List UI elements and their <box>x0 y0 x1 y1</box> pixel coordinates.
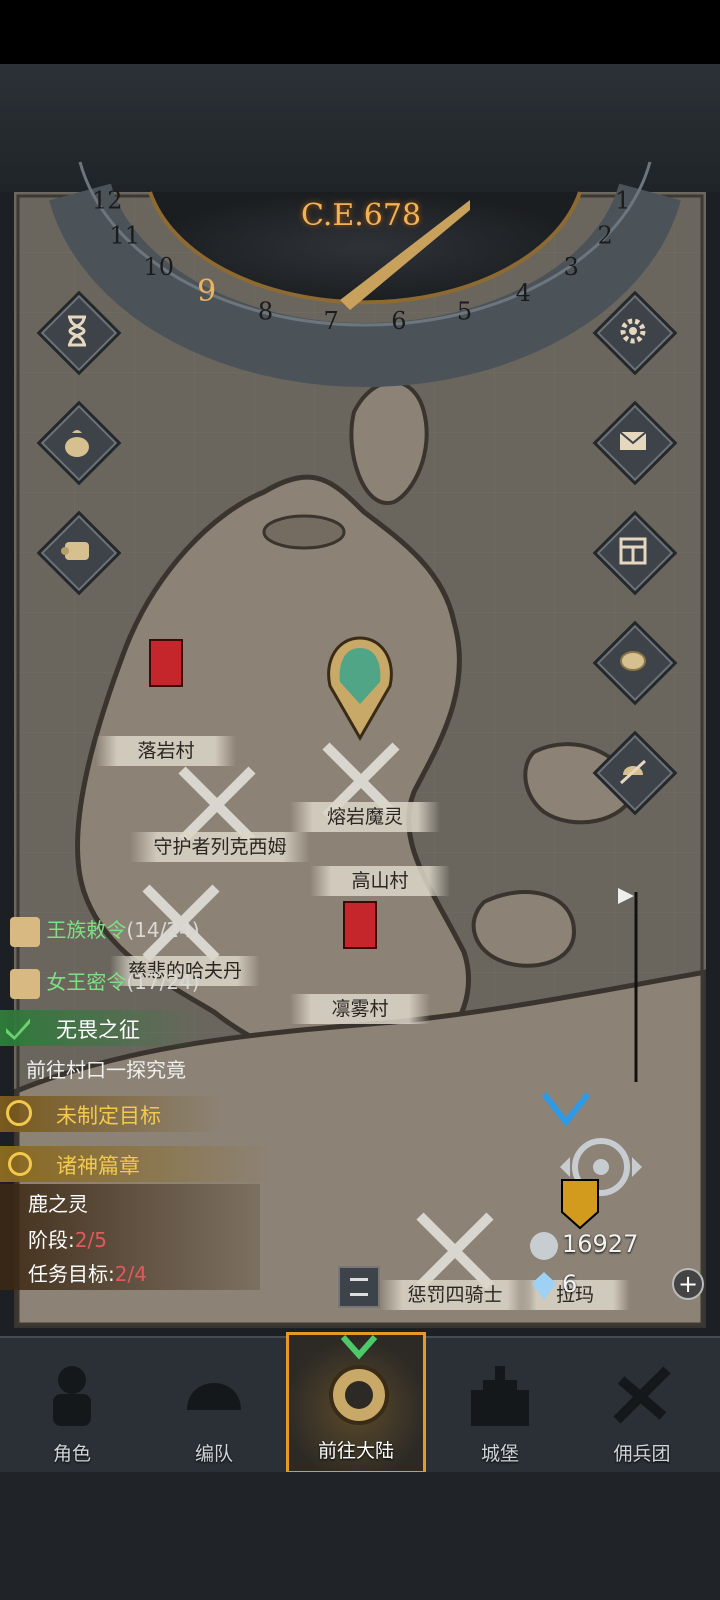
quest-title: 诸神篇章 <box>56 1154 140 1178</box>
helmet-sword-icon <box>619 759 647 785</box>
settings-button[interactable] <box>596 294 674 372</box>
scroll-icon <box>61 542 89 560</box>
coin-icon <box>620 651 646 671</box>
collapse-icon <box>350 1278 368 1296</box>
silver-amount: 16927 <box>562 1230 639 1258</box>
quest-progress: (17/24) <box>126 970 200 994</box>
mail-button[interactable] <box>596 404 674 482</box>
month-label[interactable]: 7 <box>323 307 338 335</box>
month-label[interactable]: 11 <box>110 222 141 250</box>
faction-crest-icon <box>561 1179 599 1230</box>
quest-title: 王族敕令 <box>46 918 127 942</box>
bottom-band <box>0 1472 720 1600</box>
player-location-pin[interactable] <box>320 634 400 744</box>
helmet-icon <box>187 1383 241 1410</box>
helmet-sword-button[interactable] <box>596 734 674 812</box>
month-label[interactable]: 2 <box>598 222 613 250</box>
main-quest-desc: 前往村口一探究竟 <box>26 1058 186 1082</box>
month-label[interactable]: 3 <box>564 253 579 281</box>
location-label[interactable]: 熔岩魔灵 <box>290 802 440 832</box>
silver-coin-icon <box>530 1232 558 1260</box>
checkmark-icon <box>6 1018 30 1040</box>
hourglass-button[interactable] <box>40 294 118 372</box>
gods-chapter-panel[interactable]: 鹿之灵 阶段:2/5 任务目标:2/4 <box>0 1184 260 1290</box>
month-label[interactable]: 6 <box>391 307 406 335</box>
nav-castle[interactable]: 城堡 <box>430 1338 570 1474</box>
hourglass-icon <box>68 315 86 347</box>
target-value: 2/4 <box>114 1262 147 1286</box>
location-label[interactable]: 高山村 <box>310 866 450 896</box>
location-label[interactable]: 守护者列克西姆 <box>130 832 310 862</box>
queen-order-quest[interactable]: 女王密令(17/24) <box>10 966 200 999</box>
stage-row: 阶段:2/5 <box>28 1224 107 1253</box>
collapse-button[interactable] <box>338 1266 380 1308</box>
month-label[interactable]: 8 <box>258 297 273 325</box>
main-quest-header[interactable]: 无畏之征 <box>0 1010 200 1046</box>
unset-goal-header[interactable]: 未制定目标 <box>0 1096 220 1132</box>
month-label[interactable]: 5 <box>457 297 472 325</box>
red-banner-icon <box>343 901 377 949</box>
scroll-icon <box>10 968 40 999</box>
knight-icon <box>53 1366 91 1426</box>
nav-continent[interactable]: 前往大陆 <box>286 1332 426 1474</box>
stage-value: 2/5 <box>74 1228 107 1252</box>
chapter-subtitle: 鹿之灵 <box>28 1192 88 1216</box>
world-emblem-icon <box>329 1365 389 1425</box>
month-label[interactable]: 1 <box>615 186 630 214</box>
gear-icon <box>620 318 646 344</box>
month-label[interactable]: 9 <box>197 274 216 309</box>
month-label[interactable]: 12 <box>92 186 123 214</box>
chevron-down-icon <box>340 1335 378 1360</box>
coin-button[interactable] <box>596 624 674 702</box>
nav-formation[interactable]: 编队 <box>144 1338 284 1474</box>
month-label[interactable]: 10 <box>143 253 174 281</box>
money-bag-button[interactable] <box>40 404 118 482</box>
red-banner-icon <box>149 639 183 687</box>
target-label: 任务目标: <box>28 1262 115 1286</box>
location-label[interactable]: 惩罚四骑士 <box>380 1280 530 1310</box>
castle-icon <box>471 1366 529 1426</box>
quest-progress: (14/24) <box>126 918 200 942</box>
gods-chapter-header[interactable]: 诸神篇章 <box>0 1146 270 1182</box>
crystal-amount: 6 <box>562 1270 578 1298</box>
scroll-icon <box>10 916 40 947</box>
target-icon <box>6 1100 32 1126</box>
search-icon <box>8 1152 32 1176</box>
month-label[interactable]: 4 <box>516 279 531 307</box>
location-label[interactable]: 凛雾村 <box>290 994 430 1024</box>
panel-button[interactable] <box>596 514 674 592</box>
stage-label: 阶段: <box>28 1228 75 1252</box>
royal-order-quest[interactable]: 王族敕令(14/24) <box>10 914 200 947</box>
quest-title: 无畏之征 <box>56 1018 140 1042</box>
quest-title: 未制定目标 <box>56 1104 161 1128</box>
grid-panel-icon <box>619 537 647 565</box>
mail-icon <box>619 431 647 450</box>
direction-arrow-icon <box>541 1092 591 1127</box>
bottom-nav: 角色 编队 前往大陆 城堡 佣兵团 <box>0 1332 720 1474</box>
mercenary-icon <box>613 1366 671 1424</box>
add-currency-button[interactable]: + <box>672 1268 704 1300</box>
quest-title: 女王密令 <box>46 970 127 994</box>
money-bag-icon <box>65 430 89 457</box>
location-label[interactable]: 落岩村 <box>96 736 236 766</box>
nav-character[interactable]: 角色 <box>2 1338 142 1474</box>
target-row: 任务目标:2/4 <box>28 1258 147 1287</box>
scroll-button[interactable] <box>40 514 118 592</box>
nav-mercenary[interactable]: 佣兵团 <box>572 1338 712 1474</box>
